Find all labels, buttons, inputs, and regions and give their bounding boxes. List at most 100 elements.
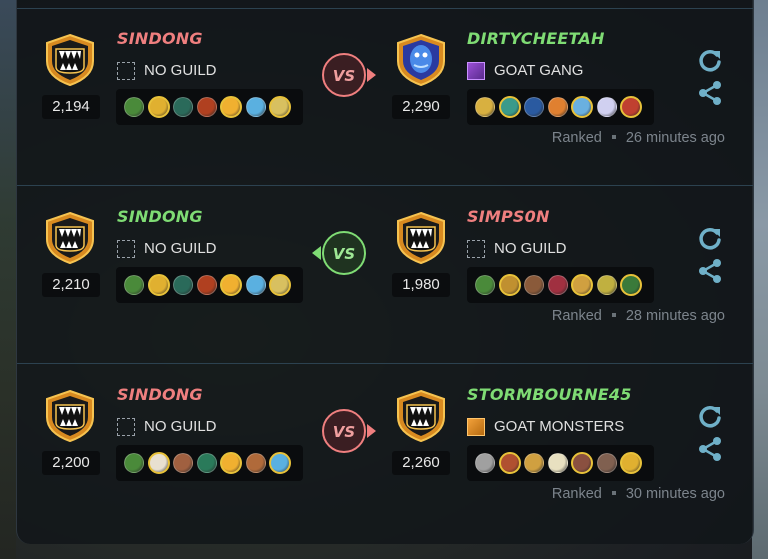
card-icon[interactable] — [269, 96, 291, 118]
player-name[interactable]: SIMPS0N — [467, 207, 550, 226]
card-icon[interactable] — [596, 97, 617, 117]
guild-name: NO GUILD — [144, 418, 217, 435]
row-divider — [17, 185, 753, 186]
card-icon[interactable] — [196, 453, 217, 473]
team-cards[interactable] — [467, 267, 654, 303]
player-avatar[interactable] — [43, 211, 97, 265]
card-icon[interactable] — [269, 274, 291, 296]
card-icon[interactable] — [498, 96, 521, 118]
guild-label[interactable]: GOAT GANG — [467, 61, 583, 81]
guild-label[interactable]: NO GUILD — [117, 417, 217, 437]
team-cards[interactable] — [116, 445, 303, 481]
card-icon[interactable] — [245, 275, 266, 295]
winner-arrow-right-icon — [367, 424, 376, 438]
refresh-icon[interactable] — [697, 225, 723, 251]
card-icon[interactable] — [173, 97, 193, 117]
card-icon[interactable] — [147, 274, 170, 296]
card-icon[interactable] — [475, 275, 495, 295]
guild-label[interactable]: NO GUILD — [117, 61, 217, 81]
card-icon[interactable] — [524, 275, 544, 295]
card-icon[interactable] — [173, 453, 193, 473]
battle-row: 2,200 SINDONG NO GUILD 2,260 STORMBOURNE45 GO… — [17, 356, 753, 532]
team-cards[interactable] — [116, 89, 303, 125]
card-icon[interactable] — [124, 453, 144, 473]
player-rating: 2,194 — [42, 95, 100, 119]
card-icon[interactable] — [547, 97, 568, 117]
card-icon[interactable] — [196, 97, 217, 117]
row-divider — [17, 8, 753, 9]
battle-row: 2,210 SINDONG NO GUILD 1,980 SIMPS0N NO GUILD… — [17, 178, 753, 354]
no-guild-banner-icon — [117, 62, 135, 80]
vs-badge: VS — [322, 409, 366, 453]
card-icon[interactable] — [196, 275, 217, 295]
player-name[interactable]: SINDONG — [117, 385, 203, 404]
refresh-icon[interactable] — [697, 47, 723, 73]
guild-name: NO GUILD — [144, 62, 217, 79]
team-cards[interactable] — [467, 445, 654, 481]
card-icon[interactable] — [269, 452, 291, 474]
card-icon[interactable] — [475, 453, 495, 473]
player-name[interactable]: SINDONG — [117, 29, 203, 48]
card-icon[interactable] — [620, 274, 642, 296]
player-avatar[interactable] — [394, 389, 448, 443]
separator-dot — [611, 135, 616, 139]
card-icon[interactable] — [124, 97, 144, 117]
battle-time: 30 minutes ago — [625, 486, 725, 502]
card-icon[interactable] — [571, 452, 593, 474]
guild-label[interactable]: GOAT MONSTERS — [467, 417, 624, 437]
guild-name: GOAT GANG — [494, 62, 584, 79]
share-icon[interactable] — [697, 436, 723, 462]
player-rating: 2,210 — [42, 273, 100, 297]
card-icon[interactable] — [245, 453, 266, 473]
card-icon[interactable] — [571, 274, 593, 296]
card-icon[interactable] — [596, 453, 617, 473]
card-icon[interactable] — [596, 275, 617, 295]
guild-banner-icon — [467, 418, 485, 436]
card-icon[interactable] — [524, 97, 544, 117]
team-cards[interactable] — [116, 267, 303, 303]
card-icon[interactable] — [475, 97, 495, 117]
team-cards[interactable] — [467, 89, 654, 125]
card-icon[interactable] — [147, 96, 170, 118]
player-avatar[interactable] — [394, 33, 448, 87]
card-icon[interactable] — [498, 452, 521, 474]
card-icon[interactable] — [620, 96, 642, 118]
card-icon[interactable] — [124, 275, 144, 295]
card-icon[interactable] — [547, 275, 568, 295]
vs-badge: VS — [322, 231, 366, 275]
no-guild-banner-icon — [467, 240, 485, 258]
player-avatar[interactable] — [43, 389, 97, 443]
card-icon[interactable] — [571, 96, 593, 118]
card-icon[interactable] — [220, 274, 242, 296]
refresh-icon[interactable] — [697, 403, 723, 429]
card-icon[interactable] — [547, 453, 568, 473]
card-icon[interactable] — [147, 452, 170, 474]
separator-dot — [611, 313, 616, 317]
no-guild-banner-icon — [117, 240, 135, 258]
battle-row: 2,194 SINDONG NO GUILD 2,290 DIRTYCHEETAH GOA… — [17, 0, 753, 176]
battle-meta: Ranked 26 minutes ago — [552, 130, 725, 146]
card-icon[interactable] — [524, 453, 544, 473]
card-icon[interactable] — [173, 275, 193, 295]
winner-arrow-left-icon — [312, 246, 321, 260]
guild-name: GOAT MONSTERS — [494, 418, 625, 435]
card-icon[interactable] — [620, 452, 642, 474]
battle-time: 26 minutes ago — [625, 130, 725, 146]
guild-label[interactable]: NO GUILD — [467, 239, 567, 259]
share-icon[interactable] — [697, 80, 723, 106]
card-icon[interactable] — [498, 274, 521, 296]
card-icon[interactable] — [245, 97, 266, 117]
player-name[interactable]: SINDONG — [117, 207, 203, 226]
no-guild-banner-icon — [117, 418, 135, 436]
player-avatar[interactable] — [43, 33, 97, 87]
share-icon[interactable] — [697, 258, 723, 284]
background-left — [0, 0, 16, 559]
card-icon[interactable] — [220, 452, 242, 474]
player-name[interactable]: DIRTYCHEETAH — [467, 29, 605, 48]
player-avatar[interactable] — [394, 211, 448, 265]
guild-label[interactable]: NO GUILD — [117, 239, 217, 259]
player-name[interactable]: STORMBOURNE45 — [467, 385, 632, 404]
player-rating: 2,260 — [392, 451, 450, 475]
separator-dot — [611, 491, 616, 495]
card-icon[interactable] — [220, 96, 242, 118]
